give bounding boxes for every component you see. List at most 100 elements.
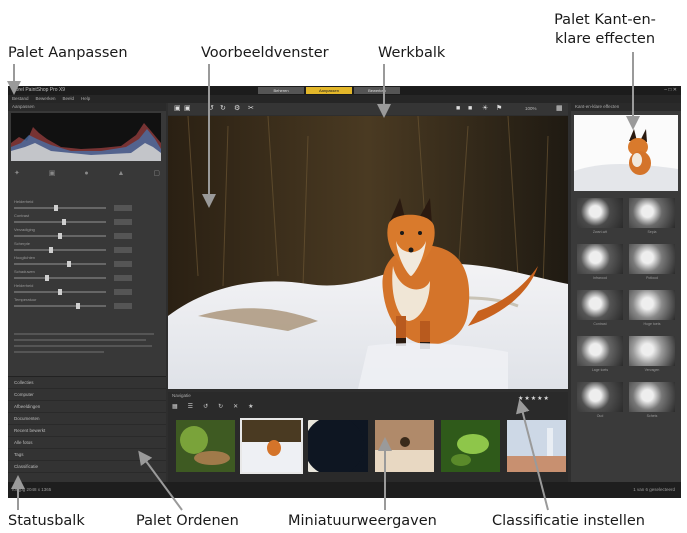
organize-item[interactable]: Documenten	[8, 413, 166, 425]
slider-value-field[interactable]	[114, 247, 132, 253]
mode-tab-edit[interactable]: Bewerken	[354, 87, 400, 94]
organize-item[interactable]: Afbeeldingen	[8, 401, 166, 413]
status-selection: 1 van 6 geselecteerd	[633, 487, 675, 492]
preset-thumbnail[interactable]: Vervagen	[629, 336, 675, 374]
menu-edit[interactable]: Bewerken	[36, 95, 56, 103]
list-view-icon[interactable]: ☰	[188, 403, 193, 410]
slider-value-field[interactable]	[114, 205, 132, 211]
mode-tab-adjust[interactable]: Aanpassen	[306, 87, 352, 94]
menu-view[interactable]: Beeld	[63, 95, 75, 103]
slider-track[interactable]	[14, 207, 106, 209]
slider-handle[interactable]	[45, 275, 49, 281]
organize-item[interactable]: Computer	[8, 389, 166, 401]
organize-item[interactable]: Recent bewerkt	[8, 425, 166, 437]
thumbnail[interactable]	[174, 418, 237, 474]
organize-item[interactable]: Tags	[8, 449, 166, 461]
thumbnail[interactable]	[439, 418, 502, 474]
slider-value-field[interactable]	[114, 261, 132, 267]
toolbar-icon[interactable]: ▣	[184, 105, 191, 113]
crop-icon[interactable]: ✂	[248, 105, 254, 113]
slider-handle[interactable]	[58, 289, 62, 295]
fox-photo	[168, 116, 568, 389]
slider-value-field[interactable]	[114, 219, 132, 225]
organize-item[interactable]: Classificatie	[8, 461, 166, 473]
slider-value-field[interactable]	[114, 275, 132, 281]
slider-handle[interactable]	[76, 303, 80, 309]
slider-label: Helderheid	[14, 283, 34, 288]
tool-icon-4[interactable]: ▲	[118, 169, 125, 179]
menu-help[interactable]: Help	[81, 95, 90, 103]
star-icon[interactable]: ★	[248, 403, 253, 410]
rotate-left-icon[interactable]: ↺	[208, 105, 214, 113]
delete-icon[interactable]: ✕	[233, 403, 238, 410]
grid-view-icon[interactable]: ▦	[172, 403, 178, 410]
slider-handle[interactable]	[49, 247, 53, 253]
slider-track[interactable]	[14, 305, 106, 307]
toolbar-icon[interactable]: ▣	[174, 105, 181, 113]
preset-thumbnail-image	[629, 198, 675, 228]
preset-thumbnail[interactable]: Schets	[629, 382, 675, 420]
adjust-slider[interactable]: Helderheid	[14, 199, 160, 213]
mode-tab-manage[interactable]: Beheren	[258, 87, 304, 94]
rotate-left-icon[interactable]: ↺	[203, 403, 208, 410]
slider-value-field[interactable]	[114, 303, 132, 309]
adjust-slider[interactable]: Verzadiging	[14, 227, 160, 241]
zoom-level[interactable]: 100%	[525, 106, 537, 112]
adjust-slider[interactable]: Hooglichten	[14, 255, 160, 269]
rating-stars[interactable]: ★★★★★	[518, 395, 550, 402]
slider-handle[interactable]	[58, 233, 62, 239]
preset-thumbnail[interactable]: Hoge toets	[629, 290, 675, 328]
slider-track[interactable]	[14, 249, 106, 251]
thumbnail[interactable]	[373, 418, 436, 474]
slider-handle[interactable]	[62, 219, 66, 225]
thumbnail[interactable]	[306, 418, 369, 474]
preset-thumbnail[interactable]: Potlood	[629, 244, 675, 282]
adjust-slider[interactable]: Scherpte	[14, 241, 160, 255]
preset-thumbnail[interactable]: Zwart-wit	[577, 198, 623, 236]
slider-track[interactable]	[14, 277, 106, 279]
organize-palette: Collecties Computer Afbeeldingen Documen…	[8, 376, 166, 482]
preset-thumbnail[interactable]: Oud	[577, 382, 623, 420]
organize-item[interactable]: Collecties	[8, 377, 166, 389]
rotate-right-icon[interactable]: ↻	[220, 105, 226, 113]
tool-icon-1[interactable]: ✦	[14, 169, 20, 179]
slider-handle[interactable]	[67, 261, 71, 267]
slider-label: Scherpte	[14, 241, 31, 246]
brightness-icon[interactable]: ☀	[482, 105, 488, 113]
preset-thumbnail[interactable]: Sepia	[629, 198, 675, 236]
thumbnail-selected[interactable]	[240, 418, 304, 474]
slider-track[interactable]	[14, 263, 106, 265]
thumbnail[interactable]	[505, 418, 568, 474]
preset-thumbnail[interactable]: Lage toets	[577, 336, 623, 374]
settings-icon[interactable]: ⚙	[234, 105, 240, 113]
slider-track[interactable]	[14, 221, 106, 223]
adjust-slider[interactable]: Helderheid	[14, 283, 160, 297]
window-controls[interactable]: – □ ✕	[664, 86, 677, 95]
toolbar-icon[interactable]: ■	[456, 105, 460, 113]
preview-window[interactable]	[168, 116, 568, 389]
grid-icon[interactable]: ▦	[556, 105, 563, 113]
adjust-slider[interactable]: Temperatuur	[14, 297, 160, 311]
adjust-palette: Aanpassen ✦ ▣ ● ▲ ▢ Helderheid Contrast Ve…	[8, 103, 166, 376]
slider-handle[interactable]	[54, 205, 58, 211]
preset-thumbnail[interactable]: Infrarood	[577, 244, 623, 282]
preset-row: Lage toets Vervagen	[577, 336, 677, 374]
flag-icon[interactable]: ⚑	[496, 105, 502, 113]
adjust-slider[interactable]: Schaduwen	[14, 269, 160, 283]
tool-icon-2[interactable]: ▣	[49, 169, 56, 179]
tool-icon-5[interactable]: ▢	[153, 169, 160, 179]
toolbar-icon[interactable]: ■	[468, 105, 472, 113]
preset-thumbnail-image	[629, 244, 675, 274]
callout-presets-line1: Palet Kant-en-	[554, 12, 656, 28]
slider-value-field[interactable]	[114, 233, 132, 239]
slider-value-field[interactable]	[114, 289, 132, 295]
preset-thumbnail-image	[577, 244, 623, 274]
adjust-slider[interactable]: Contrast	[14, 213, 160, 227]
menu-file[interactable]: Bestand	[12, 95, 29, 103]
tool-icon-3[interactable]: ●	[84, 169, 88, 179]
rotate-right-icon[interactable]: ↻	[218, 403, 223, 410]
organize-item[interactable]: Alle fotos	[8, 437, 166, 449]
title-bar: Corel PaintShop Pro X9 Beheren Aanpassen…	[8, 86, 681, 95]
preset-thumbnail[interactable]: Contrast	[577, 290, 623, 328]
preset-label: Oud	[596, 414, 604, 418]
